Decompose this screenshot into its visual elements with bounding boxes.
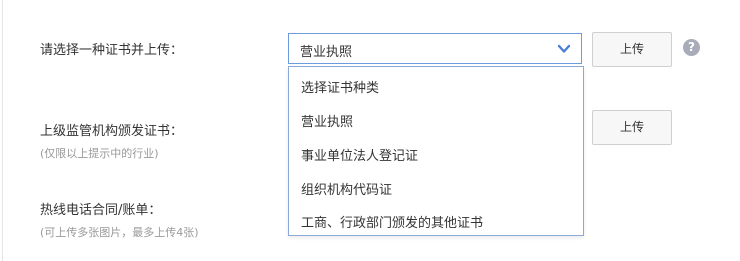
help-icon[interactable]: ?: [683, 39, 700, 56]
hotline-bill-hint: (可上传多张图片，最多上传4张): [40, 226, 199, 239]
upload-authority-cert-button[interactable]: 上传: [592, 110, 672, 145]
dropdown-option[interactable]: 选择证书种类: [301, 77, 379, 96]
dropdown-option[interactable]: 营业执照: [301, 111, 353, 130]
cert-type-select[interactable]: 营业执照: [288, 33, 582, 64]
authority-cert-hint: (仅限以上提示中的行业): [40, 147, 159, 160]
dropdown-option[interactable]: 工商、行政部门颁发的其他证书: [301, 212, 483, 231]
upload-cert-button[interactable]: 上传: [592, 32, 672, 67]
hotline-bill-label: 热线电话合同/账单：: [40, 203, 162, 218]
authority-cert-label: 上级监管机构颁发证书：: [40, 124, 184, 139]
cert-type-label: 请选择一种证书并上传：: [40, 43, 184, 58]
dropdown-option[interactable]: 事业单位法人登记证: [301, 145, 418, 164]
cert-type-dropdown-list: 选择证书种类 营业执照 事业单位法人登记证 组织机构代码证 工商、行政部门颁发的…: [288, 66, 584, 236]
left-divider: [2, 0, 3, 261]
cert-type-selected-value: 营业执照: [300, 45, 353, 60]
chevron-down-icon: [557, 44, 571, 53]
dropdown-option[interactable]: 组织机构代码证: [301, 179, 392, 198]
